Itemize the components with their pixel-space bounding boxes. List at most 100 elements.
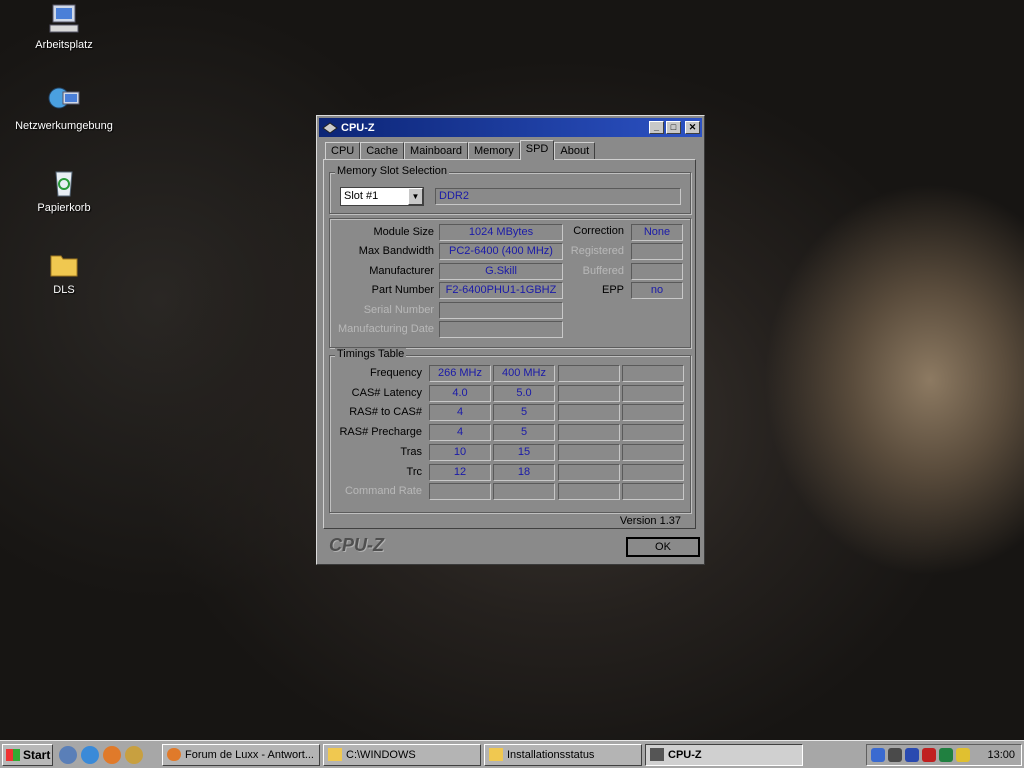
start-label: Start: [23, 747, 51, 762]
desktop-icon-dls[interactable]: DLS: [9, 248, 119, 296]
firefox-icon: [167, 748, 181, 761]
computer-icon: [47, 3, 81, 35]
cpuz-window: CPU-Z _ □ ✕ CPU Cache Mainboard Memory S…: [316, 115, 705, 565]
info-tray-icon[interactable]: [905, 747, 919, 762]
registered-field: [631, 243, 683, 260]
timing-cell: [558, 443, 620, 461]
quick-launch: [59, 745, 159, 764]
timings-table-group: Timings Table Frequency 266 MHz 400 MHz CAS…: [329, 348, 691, 513]
minimize-button[interactable]: _: [649, 121, 664, 134]
version-label: Version 1.37: [619, 515, 681, 527]
power-tray-icon[interactable]: [956, 747, 970, 762]
memory-slot-group-label: Memory Slot Selection: [335, 165, 450, 177]
timing-row-label: RAS# to CAS#: [349, 406, 422, 419]
system-tray: 13:00: [866, 743, 1022, 766]
task-installationsstatus[interactable]: Installationsstatus: [484, 743, 642, 766]
timing-cell: [558, 424, 620, 442]
clock: 13:00: [987, 748, 1015, 761]
timing-cell: 18: [493, 463, 555, 481]
buffered-label: Buffered: [582, 265, 624, 277]
timing-cell: 15: [493, 443, 555, 461]
buffered-field: [631, 263, 683, 280]
timing-row-label: CAS# Latency: [351, 386, 422, 399]
folder-icon: [328, 748, 342, 761]
timing-cell: 400 MHz: [493, 365, 555, 382]
manufacturing-date-label: Manufacturing Date: [338, 323, 434, 335]
timing-cell: [622, 365, 684, 382]
internet-explorer-icon[interactable]: [81, 745, 99, 764]
chevron-down-icon[interactable]: ▼: [408, 188, 423, 205]
spd-panel: Memory Slot Selection Slot #1 ▼ DDR2 Mod…: [323, 159, 696, 529]
part-number-label: Part Number: [371, 284, 434, 296]
correction-field: None: [631, 224, 683, 241]
task-windows-folder[interactable]: C:\WINDOWS: [323, 743, 481, 766]
max-bandwidth-label: Max Bandwidth: [358, 245, 434, 257]
timing-cell: 4: [429, 404, 491, 422]
timing-row-label: Trc: [406, 465, 422, 478]
manufacturer-label: Manufacturer: [369, 265, 434, 277]
timing-row-label: Command Rate: [344, 485, 422, 498]
tab-about[interactable]: About: [554, 142, 596, 160]
recycle-bin-icon: [47, 166, 81, 198]
module-size-label: Module Size: [373, 226, 434, 238]
audio-tray-icon[interactable]: [888, 747, 902, 762]
folder-icon: [489, 748, 503, 761]
timing-cell: 4: [429, 424, 491, 442]
tab-bar: CPU Cache Mainboard Memory SPD About: [325, 140, 596, 160]
timing-cell: [558, 384, 620, 402]
timing-cell: [622, 463, 684, 481]
timing-cell: [622, 404, 684, 422]
ok-button[interactable]: OK: [626, 537, 700, 557]
tab-memory[interactable]: Memory: [468, 142, 520, 160]
window-title: CPU-Z: [341, 121, 375, 134]
windows-flag-icon: [6, 748, 20, 761]
timing-cell: [558, 463, 620, 481]
timing-cell: 5: [493, 404, 555, 422]
desktop-icon-arbeitsplatz[interactable]: Arbeitsplatz: [9, 3, 119, 51]
module-size-field: 1024 MBytes: [439, 224, 563, 241]
task-forum-de-luxx[interactable]: Forum de Luxx - Antwort...: [162, 743, 320, 766]
manufacturing-date-field: [439, 321, 563, 338]
slot-select-value: Slot #1: [344, 190, 379, 202]
timing-cell: 10: [429, 443, 491, 461]
show-desktop-icon[interactable]: [59, 745, 77, 764]
firefox-icon[interactable]: [103, 745, 121, 764]
desktop-icon-papierkorb[interactable]: Papierkorb: [9, 166, 119, 214]
desktop-icon-netzwerkumgebung[interactable]: Netzwerkumgebung: [9, 84, 119, 132]
manufacturer-field: G.Skill: [439, 263, 563, 280]
serial-number-field: [439, 302, 563, 319]
tab-cache[interactable]: Cache: [360, 142, 405, 160]
registered-label: Registered: [570, 245, 624, 257]
network-icon: [47, 84, 81, 116]
task-cpu-z[interactable]: CPU-Z: [645, 743, 803, 766]
taskbar: Start Forum de Luxx - Antwort... C:\WIND…: [0, 740, 1024, 768]
slot-select[interactable]: Slot #1 ▼: [340, 187, 424, 206]
close-button[interactable]: ✕: [685, 121, 700, 134]
tool-icon[interactable]: [125, 745, 143, 764]
cpuz-app-icon: [322, 121, 338, 134]
tab-spd[interactable]: SPD: [519, 140, 555, 160]
timing-cell: 4.0: [429, 384, 491, 402]
epp-label: EPP: [601, 284, 624, 296]
memory-type-field: DDR2: [435, 188, 681, 205]
antivirus-tray-icon[interactable]: [922, 747, 936, 762]
timing-cell: [558, 404, 620, 422]
network-tray-icon[interactable]: [871, 747, 885, 762]
maximize-button[interactable]: □: [666, 121, 681, 134]
tab-mainboard[interactable]: Mainboard: [404, 142, 469, 160]
timing-cell: [622, 424, 684, 442]
memory-slot-group: Memory Slot Selection Slot #1 ▼ DDR2: [329, 165, 691, 214]
cpuz-app-icon: [650, 748, 664, 761]
timing-cell: [622, 384, 684, 402]
security-tray-icon[interactable]: [939, 747, 953, 762]
timing-cell: [558, 365, 620, 382]
correction-label: Correction: [573, 225, 624, 237]
max-bandwidth-field: PC2-6400 (400 MHz): [439, 243, 563, 260]
tab-cpu[interactable]: CPU: [325, 142, 361, 160]
title-bar[interactable]: CPU-Z _ □ ✕: [319, 118, 702, 137]
start-button[interactable]: Start: [2, 743, 53, 766]
epp-field: no: [631, 282, 683, 299]
timing-cell: 266 MHz: [429, 365, 491, 382]
serial-number-label: Serial Number: [363, 304, 434, 316]
timing-row-label: Tras: [400, 445, 422, 458]
